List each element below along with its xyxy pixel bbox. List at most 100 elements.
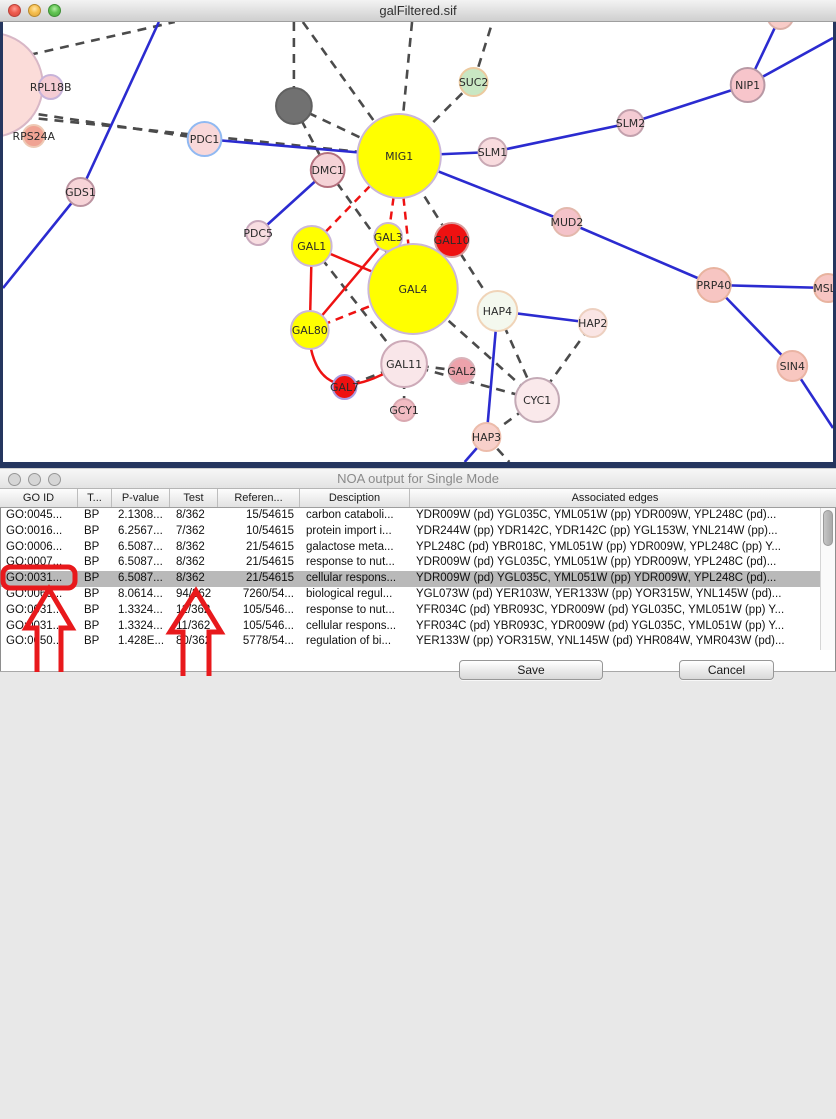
cell-description: carbon cataboli...	[301, 508, 411, 524]
node-label-HAP2: HAP2	[578, 317, 607, 330]
column-header-reference[interactable]: Referen...	[218, 489, 300, 507]
table-body: GO:0045...BP2.1308...8/36215/54615carbon…	[0, 508, 836, 650]
cell-go_id: GO:0006...	[1, 540, 79, 556]
cell-edges: YDR009W (pd) YGL035C, YML051W (pp) YDR00…	[411, 555, 817, 571]
table-row[interactable]: GO:0065...BP8.0614...94/3627260/54...bio…	[1, 587, 835, 603]
cell-p_value: 6.5087...	[113, 540, 171, 556]
network-canvas[interactable]: RPL18BRPS24AGDS1PDC1DMC1MIG1SLM1SLM2NIP1…	[0, 22, 836, 468]
cell-edges: YGL073W (pd) YER103W, YER133W (pp) YOR31…	[411, 587, 817, 603]
noa-window-title: NOA output for Single Mode	[0, 469, 836, 489]
cell-description: cellular respons...	[301, 619, 411, 635]
cell-p_value: 1.3324...	[113, 619, 171, 635]
table-row[interactable]: GO:0050...BP1.428E...80/3625778/54...reg…	[1, 634, 835, 650]
window-title: galFiltered.sif	[0, 0, 836, 22]
cell-p_value: 1.428E...	[113, 634, 171, 650]
node-label-NIP1: NIP1	[735, 79, 760, 92]
node-label-GAL80: GAL80	[292, 324, 328, 337]
cell-test: 7/362	[171, 524, 219, 540]
table-row[interactable]: GO:0031...BP6.5087...8/36221/54615cellul…	[1, 571, 835, 587]
cell-p_value: 1.3324...	[113, 603, 171, 619]
node-label-GCY1: GCY1	[389, 404, 419, 417]
cell-p_value: 6.5087...	[113, 571, 171, 587]
cell-go_id: GO:0016...	[1, 524, 79, 540]
node-label-GAL2: GAL2	[447, 365, 476, 378]
graph-edge	[492, 123, 630, 152]
cell-reference: 10/54615	[219, 524, 301, 540]
graph-edge	[567, 222, 714, 285]
table-header-row: GO ID T... P-value Test Referen... Desci…	[0, 489, 836, 508]
cell-edges: YDR009W (pd) YGL035C, YML051W (pp) YDR00…	[411, 508, 817, 524]
column-header-description[interactable]: Desciption	[300, 489, 410, 507]
cell-reference: 21/54615	[219, 571, 301, 587]
table-row[interactable]: GO:0016...BP6.2567...7/36210/54615protei…	[1, 524, 835, 540]
cell-test: 11/362	[171, 603, 219, 619]
table-scrollbar[interactable]	[820, 508, 835, 650]
cell-go_id: GO:0050...	[1, 634, 79, 650]
node-label-HAP3: HAP3	[472, 431, 501, 444]
cell-reference: 21/54615	[219, 540, 301, 556]
cell-test: 11/362	[171, 619, 219, 635]
cell-reference: 105/546...	[219, 619, 301, 635]
cell-edges: YER133W (pp) YOR315W, YNL145W (pd) YHR08…	[411, 634, 817, 650]
node-label-GAL11: GAL11	[386, 358, 422, 371]
table-row[interactable]: GO:0007...BP6.5087...8/36221/54615respon…	[1, 555, 835, 571]
table-row[interactable]: GO:0045...BP2.1308...8/36215/54615carbon…	[1, 508, 835, 524]
cell-edges: YPL248C (pd) YBR018C, YML051W (pp) YDR00…	[411, 540, 817, 556]
node-label-PRP40: PRP40	[697, 279, 732, 292]
cell-edges: YFR034C (pd) YBR093C, YDR009W (pd) YGL03…	[411, 619, 817, 635]
node-label-GAL1: GAL1	[297, 240, 326, 253]
node-label-GDS1: GDS1	[65, 186, 96, 199]
table-row[interactable]: GO:0031...BP1.3324...11/362105/546...res…	[1, 603, 835, 619]
cell-edges: YFR034C (pd) YBR093C, YDR009W (pd) YGL03…	[411, 603, 817, 619]
cell-description: regulation of bi...	[301, 634, 411, 650]
column-header-spacer	[820, 489, 836, 507]
cell-test: 8/362	[171, 571, 219, 587]
node-label-MSL1: MSL1	[813, 282, 833, 295]
node-label-GAL7: GAL7	[330, 381, 359, 394]
cell-description: response to nut...	[301, 603, 411, 619]
cell-p_value: 8.0614...	[113, 587, 171, 603]
cell-p_value: 6.5087...	[113, 555, 171, 571]
graph-edge	[3, 192, 80, 288]
node-label-GAL10: GAL10	[434, 234, 470, 247]
cell-p_value: 6.2567...	[113, 524, 171, 540]
cell-p_value: 2.1308...	[113, 508, 171, 524]
node-label-SLM2: SLM2	[616, 117, 645, 130]
cell-reference: 7260/54...	[219, 587, 301, 603]
graph-node-gray-node[interactable]	[276, 88, 312, 124]
cancel-button[interactable]: Cancel	[679, 660, 774, 680]
cell-type: BP	[79, 571, 113, 587]
column-header-associated-edges[interactable]: Associated edges	[410, 489, 820, 507]
scrollbar-thumb[interactable]	[823, 510, 833, 546]
cell-edges: YDR244W (pp) YDR142C, YDR142C (pp) YGL15…	[411, 524, 817, 540]
cell-description: response to nut...	[301, 555, 411, 571]
save-button[interactable]: Save	[459, 660, 603, 680]
table-row[interactable]: GO:0006...BP6.5087...8/36221/54615galact…	[1, 540, 835, 556]
cell-type: BP	[79, 540, 113, 556]
cell-type: BP	[79, 619, 113, 635]
column-header-go-id[interactable]: GO ID	[0, 489, 78, 507]
node-label-PDC5: PDC5	[243, 227, 273, 240]
node-label-SIN4: SIN4	[780, 360, 805, 373]
table-row[interactable]: GO:0031...BP1.3324...11/362105/546...cel…	[1, 619, 835, 635]
column-header-type[interactable]: T...	[78, 489, 112, 507]
column-header-p-value[interactable]: P-value	[112, 489, 170, 507]
node-label-DMC1: DMC1	[311, 164, 343, 177]
noa-window-titlebar[interactable]: NOA output for Single Mode	[0, 468, 836, 489]
network-window: galFiltered.sif RPL18BRPS24AGDS1PDC1DMC1…	[0, 0, 836, 468]
node-label-HAP4: HAP4	[483, 305, 512, 318]
cell-reference: 5778/54...	[219, 634, 301, 650]
cell-test: 8/362	[171, 555, 219, 571]
noa-window: NOA output for Single Mode GO ID T... P-…	[0, 468, 836, 704]
network-window-titlebar[interactable]: galFiltered.sif	[0, 0, 836, 22]
node-label-RPL18B: RPL18B	[30, 81, 72, 94]
column-header-test[interactable]: Test	[170, 489, 218, 507]
cell-type: BP	[79, 587, 113, 603]
node-label-GAL3: GAL3	[374, 231, 403, 244]
graph-edge	[80, 22, 158, 192]
cell-go_id: GO:0031...	[1, 619, 79, 635]
network-svg[interactable]: RPL18BRPS24AGDS1PDC1DMC1MIG1SLM1SLM2NIP1…	[3, 22, 833, 462]
node-label-RPS24A: RPS24A	[13, 130, 56, 143]
graph-node-top-right[interactable]	[767, 22, 793, 29]
node-label-GAL4: GAL4	[399, 283, 428, 296]
